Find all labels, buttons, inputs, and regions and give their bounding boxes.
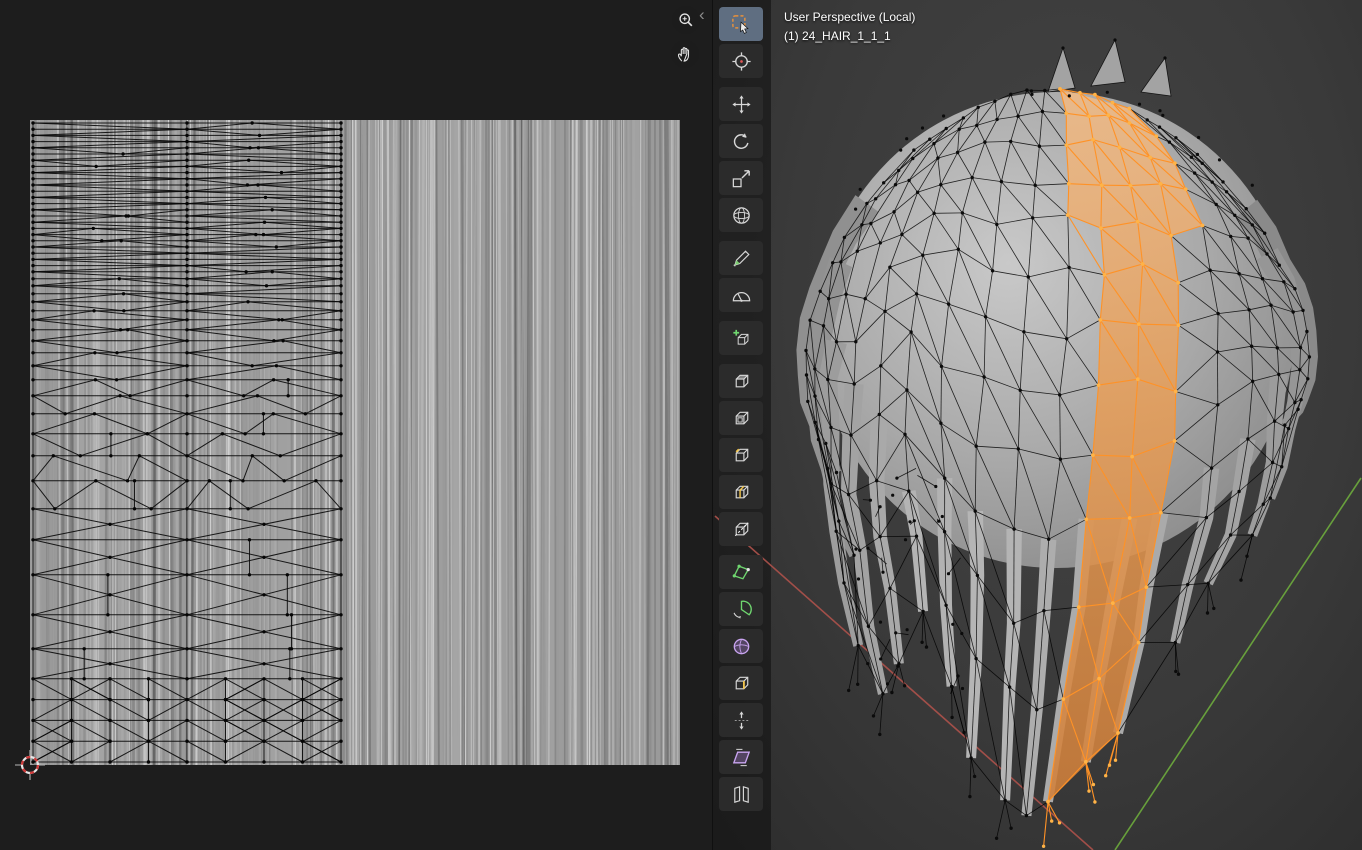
annotate-tool-button[interactable] bbox=[719, 241, 763, 275]
spin-tool-button[interactable] bbox=[719, 592, 763, 626]
cursor-tool-icon bbox=[730, 50, 753, 73]
shear-tool-icon bbox=[730, 746, 753, 769]
transform-tool-icon bbox=[730, 204, 753, 227]
spin-tool-icon bbox=[730, 598, 753, 621]
collapse-arrow-icon[interactable]: ‹ bbox=[699, 6, 705, 23]
select-tweak-tool-button[interactable] bbox=[719, 7, 763, 41]
viewport-perspective-label: User Perspective (Local) bbox=[784, 8, 915, 26]
pan-hand-icon[interactable] bbox=[671, 40, 699, 68]
smooth-tool-icon bbox=[730, 635, 753, 658]
rip-region-tool-icon bbox=[730, 783, 753, 806]
scale-tool-icon bbox=[730, 167, 753, 190]
select-tweak-icon bbox=[730, 13, 753, 36]
add-cube-tool-icon bbox=[730, 327, 753, 350]
bevel-tool-button[interactable] bbox=[719, 438, 763, 472]
smooth-tool-button[interactable] bbox=[719, 629, 763, 663]
loop-cut-tool-button[interactable] bbox=[719, 475, 763, 509]
knife-tool-button[interactable] bbox=[719, 512, 763, 546]
extrude-region-tool-icon bbox=[730, 370, 753, 393]
measure-tool-button[interactable] bbox=[719, 278, 763, 312]
knife-tool-icon bbox=[730, 518, 753, 541]
hand-glyph bbox=[675, 44, 695, 64]
shrink-fatten-tool-button[interactable] bbox=[719, 703, 763, 737]
extrude-region-tool-button[interactable] bbox=[719, 364, 763, 398]
measure-tool-icon bbox=[730, 284, 753, 307]
move-tool-icon bbox=[730, 93, 753, 116]
shrink-fatten-tool-icon bbox=[730, 709, 753, 732]
inset-faces-tool-button[interactable] bbox=[719, 401, 763, 435]
poly-build-tool-icon bbox=[730, 561, 753, 584]
annotate-tool-icon bbox=[730, 247, 753, 270]
active-object-label: (1) 24_HAIR_1_1_1 bbox=[784, 27, 915, 45]
head-dome bbox=[818, 92, 1294, 568]
uv-2d-cursor bbox=[13, 748, 47, 782]
magnifier-glyph bbox=[676, 10, 696, 30]
inset-faces-tool-icon bbox=[730, 407, 753, 430]
cursor-tool-button[interactable] bbox=[719, 44, 763, 78]
viewport-header: User Perspective (Local) (1) 24_HAIR_1_1… bbox=[784, 8, 915, 45]
toolbar bbox=[718, 7, 764, 814]
rotate-tool-button[interactable] bbox=[719, 124, 763, 158]
viewport-canvas[interactable] bbox=[713, 0, 1362, 850]
rotate-tool-icon bbox=[730, 130, 753, 153]
hair-tufts bbox=[1048, 40, 1171, 96]
uv-editor-panel: ‹ bbox=[0, 0, 712, 850]
zoom-icon[interactable] bbox=[672, 6, 700, 34]
viewport-3d[interactable]: User Perspective (Local) (1) 24_HAIR_1_1… bbox=[712, 0, 1362, 850]
edge-slide-tool-button[interactable] bbox=[719, 666, 763, 700]
loop-cut-tool-icon bbox=[730, 481, 753, 504]
shear-tool-button[interactable] bbox=[719, 740, 763, 774]
rip-region-tool-button[interactable] bbox=[719, 777, 763, 811]
poly-build-tool-button[interactable] bbox=[719, 555, 763, 589]
blender-window: ‹ User Perspective (Local) (1) 24_HAIR_1… bbox=[0, 0, 1362, 850]
scale-tool-button[interactable] bbox=[719, 161, 763, 195]
edge-slide-tool-icon bbox=[730, 672, 753, 695]
bevel-tool-icon bbox=[730, 444, 753, 467]
transform-tool-button[interactable] bbox=[719, 198, 763, 232]
uv-image-canvas[interactable] bbox=[30, 120, 680, 765]
move-tool-button[interactable] bbox=[719, 87, 763, 121]
add-cube-tool-button[interactable] bbox=[719, 321, 763, 355]
